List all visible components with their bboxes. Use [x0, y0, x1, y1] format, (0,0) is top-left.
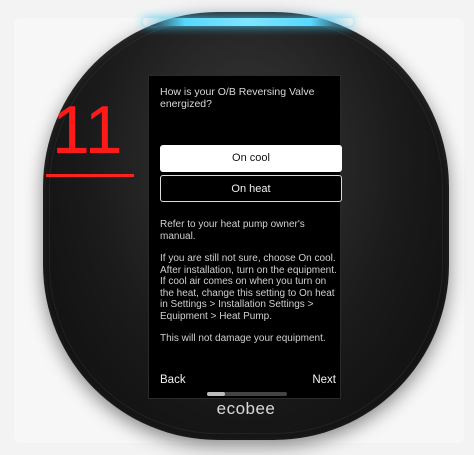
thermostat-device: How is your O/B Reversing Valve energize… [43, 12, 449, 440]
option-on-cool-button[interactable]: On cool [160, 145, 342, 172]
help-paragraph-3: This will not damage your equipment. [160, 333, 326, 344]
help-paragraph-2: If you are still not sure, choose On coo… [160, 253, 337, 322]
help-paragraph-1: Refer to your heat pump owner's manual. [160, 219, 305, 242]
step-annotation-number: 11 [52, 92, 123, 168]
setup-question: How is your O/B Reversing Valve energize… [160, 86, 315, 110]
status-light-bar [143, 18, 353, 26]
screenshot-stage: How is your O/B Reversing Valve energize… [0, 0, 474, 455]
next-button[interactable]: Next [312, 374, 336, 386]
back-button[interactable]: Back [160, 374, 186, 386]
scroll-thumb[interactable] [207, 392, 225, 396]
brand-logo: ecobee [216, 399, 276, 418]
thermostat-screen: How is your O/B Reversing Valve energize… [148, 75, 342, 399]
help-text: Refer to your heat pump owner's manual. … [160, 219, 340, 356]
step-annotation-underline [46, 174, 134, 177]
scroll-indicator[interactable] [207, 392, 287, 396]
option-on-heat-button[interactable]: On heat [160, 175, 342, 202]
